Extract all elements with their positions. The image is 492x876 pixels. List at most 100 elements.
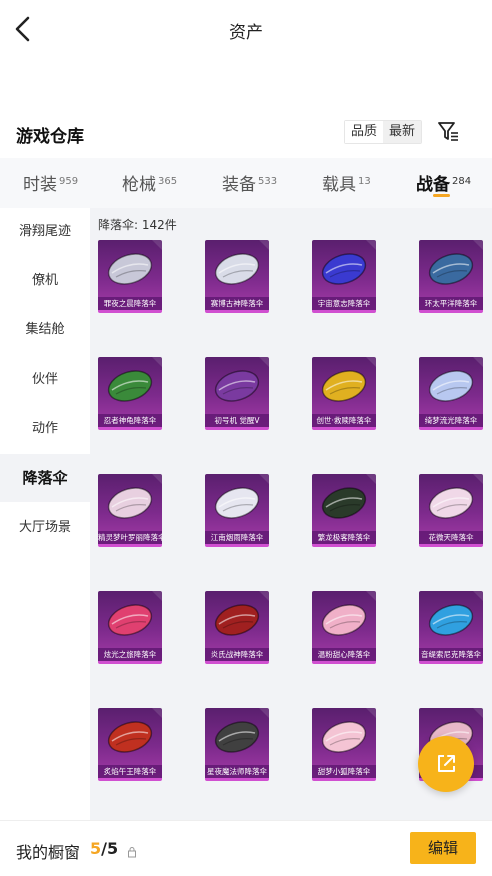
parachute-icon [428,487,474,519]
tab-label: 装备 [222,175,256,195]
parachute-icon [107,604,153,636]
share-icon [438,755,455,772]
parachute-thumbnail: 甜梦小狐降落伞 [312,708,376,781]
parachute-name: 环太平洋降落伞 [419,297,483,310]
tab-equipment[interactable]: 装备 533 [222,170,277,195]
parachute-card[interactable]: 赛博古神降落伞 [205,240,269,313]
parachute-icon [214,721,260,753]
parachute-thumbnail: 罪夜之晨降落伞 [98,240,162,313]
sidebar-item-lobby-scene[interactable]: 大厅场景 [0,504,90,552]
parachute-card[interactable]: 音缇索尼克降落伞 [419,591,483,664]
tab-count: 365 [158,176,178,187]
parachute-card[interactable]: 罪夜之晨降落伞 [98,240,162,313]
parachute-thumbnail: 星夜魔法师降落伞 [205,708,269,781]
sidebar-item-rally-pod[interactable]: 集结舱 [0,306,90,354]
parachute-thumbnail: 温粉甜心降落伞 [312,591,376,664]
parachute-card[interactable]: 温粉甜心降落伞 [312,591,376,664]
sort-latest-button[interactable]: 最新 [383,121,422,143]
sort-quality-button[interactable]: 品质 [345,121,384,143]
tab-count: 959 [59,176,79,187]
parachute-icon [107,721,153,753]
parachute-card[interactable]: 炎氏战神降落伞 [205,591,269,664]
parachute-icon [428,370,474,402]
parachute-card[interactable]: 炫光之旅降落伞 [98,591,162,664]
sidebar-item-wingman[interactable]: 僚机 [0,257,90,305]
parachute-icon [214,253,260,285]
parachute-card[interactable]: 宇宙意志降落伞 [312,240,376,313]
parachute-icon [321,487,367,519]
parachute-icon [321,253,367,285]
tab-weapons[interactable]: 枪械 365 [122,170,177,195]
parachute-name: 炎氏战神降落伞 [205,648,269,661]
tab-count: 533 [258,176,278,187]
parachute-name: 忍者神龟降落伞 [98,414,162,427]
parachute-card[interactable]: 环太平洋降落伞 [419,240,483,313]
parachute-icon [107,253,153,285]
parachute-icon [428,253,474,285]
parachute-name: 绮梦流光降落伞 [419,414,483,427]
showcase-total: /5 [101,839,119,858]
sidebar-item-glide-trail[interactable]: 滑翔尾迹 [0,208,90,256]
tab-count: 284 [452,176,472,187]
sidebar-item-emote[interactable]: 动作 [0,405,90,453]
parachute-card[interactable]: 江南烟雨降落伞 [205,474,269,547]
sidebar-item-parachute[interactable]: 降落伞 [0,454,90,502]
parachute-thumbnail: 赛博古神降落伞 [205,240,269,313]
parachute-card[interactable]: 绮梦流光降落伞 [419,357,483,430]
showcase-used: 5 [90,839,102,858]
parachute-card[interactable]: 精灵梦叶罗丽降落伞 [98,474,162,547]
parachute-icon [321,604,367,636]
parachute-icon [214,604,260,636]
parachute-thumbnail: 初号机 觉醒V [205,357,269,430]
parachute-icon [214,487,260,519]
tab-label: 枪械 [122,175,156,195]
active-tab-indicator [433,194,450,197]
parachute-card[interactable]: 花微天降落伞 [419,474,483,547]
tab-count: 13 [358,176,371,187]
filter-icon[interactable] [436,118,460,144]
parachute-thumbnail: 绮梦流光降落伞 [419,357,483,430]
share-button[interactable] [418,736,474,792]
parachute-card[interactable]: 忍者神龟降落伞 [98,357,162,430]
parachute-thumbnail: 创世·救赎降落伞 [312,357,376,430]
warehouse-title: 游戏仓库 [16,127,84,147]
parachute-icon [321,370,367,402]
parachute-name: 宇宙意志降落伞 [312,297,376,310]
parachute-card[interactable]: 创世·救赎降落伞 [312,357,376,430]
parachute-name: 罪夜之晨降落伞 [98,297,162,310]
item-count: 降落伞: 142件 [98,218,177,232]
parachute-thumbnail: 宇宙意志降落伞 [312,240,376,313]
parachute-thumbnail: 精灵梦叶罗丽降落伞 [98,474,162,547]
parachute-name: 甜梦小狐降落伞 [312,765,376,778]
top-bar: 资产 [0,0,492,58]
parachute-thumbnail: 音缇索尼克降落伞 [419,591,483,664]
parachute-card[interactable]: 炙焰午王降落伞 [98,708,162,781]
item-grid-panel: 降落伞: 142件 罪夜之晨降落伞 赛博古神降落伞 宇宙意志降落伞 环太平洋降落伞忍者… [90,208,492,820]
parachute-card[interactable]: 初号机 觉醒V [205,357,269,430]
parachute-icon [107,487,153,519]
sidebar-item-companion[interactable]: 伙伴 [0,356,90,404]
parachute-thumbnail: 环太平洋降落伞 [419,240,483,313]
parachute-thumbnail: 炫光之旅降落伞 [98,591,162,664]
parachute-name: 江南烟雨降落伞 [205,531,269,544]
parachute-name: 创世·救赎降落伞 [312,414,376,427]
showcase-label: 我的橱窗 [16,843,81,862]
parachute-thumbnail: 炙焰午王降落伞 [98,708,162,781]
parachute-name: 赛博古神降落伞 [205,297,269,310]
parachute-thumbnail: 繁龙极客降落伞 [312,474,376,547]
parachute-card[interactable]: 繁龙极客降落伞 [312,474,376,547]
tab-combat-gear[interactable]: 战备 284 [416,170,471,195]
tab-vehicles[interactable]: 载具 13 [322,170,371,195]
parachute-thumbnail: 炎氏战神降落伞 [205,591,269,664]
edit-button[interactable]: 编辑 [410,832,476,864]
tab-fashion[interactable]: 时装 959 [23,170,78,195]
subcategory-sidebar: 滑翔尾迹 僚机 集结舱 伙伴 动作 降落伞 大厅场景 [0,208,90,820]
sort-toggle: 品质 最新 [344,120,423,144]
parachute-icon [107,370,153,402]
parachute-thumbnail: 江南烟雨降落伞 [205,474,269,547]
parachute-card[interactable]: 甜梦小狐降落伞 [312,708,376,781]
parachute-name: 花微天降落伞 [419,531,483,544]
parachute-card[interactable]: 星夜魔法师降落伞 [205,708,269,781]
parachute-name: 初号机 觉醒V [205,414,269,427]
tab-label: 时装 [23,175,57,195]
